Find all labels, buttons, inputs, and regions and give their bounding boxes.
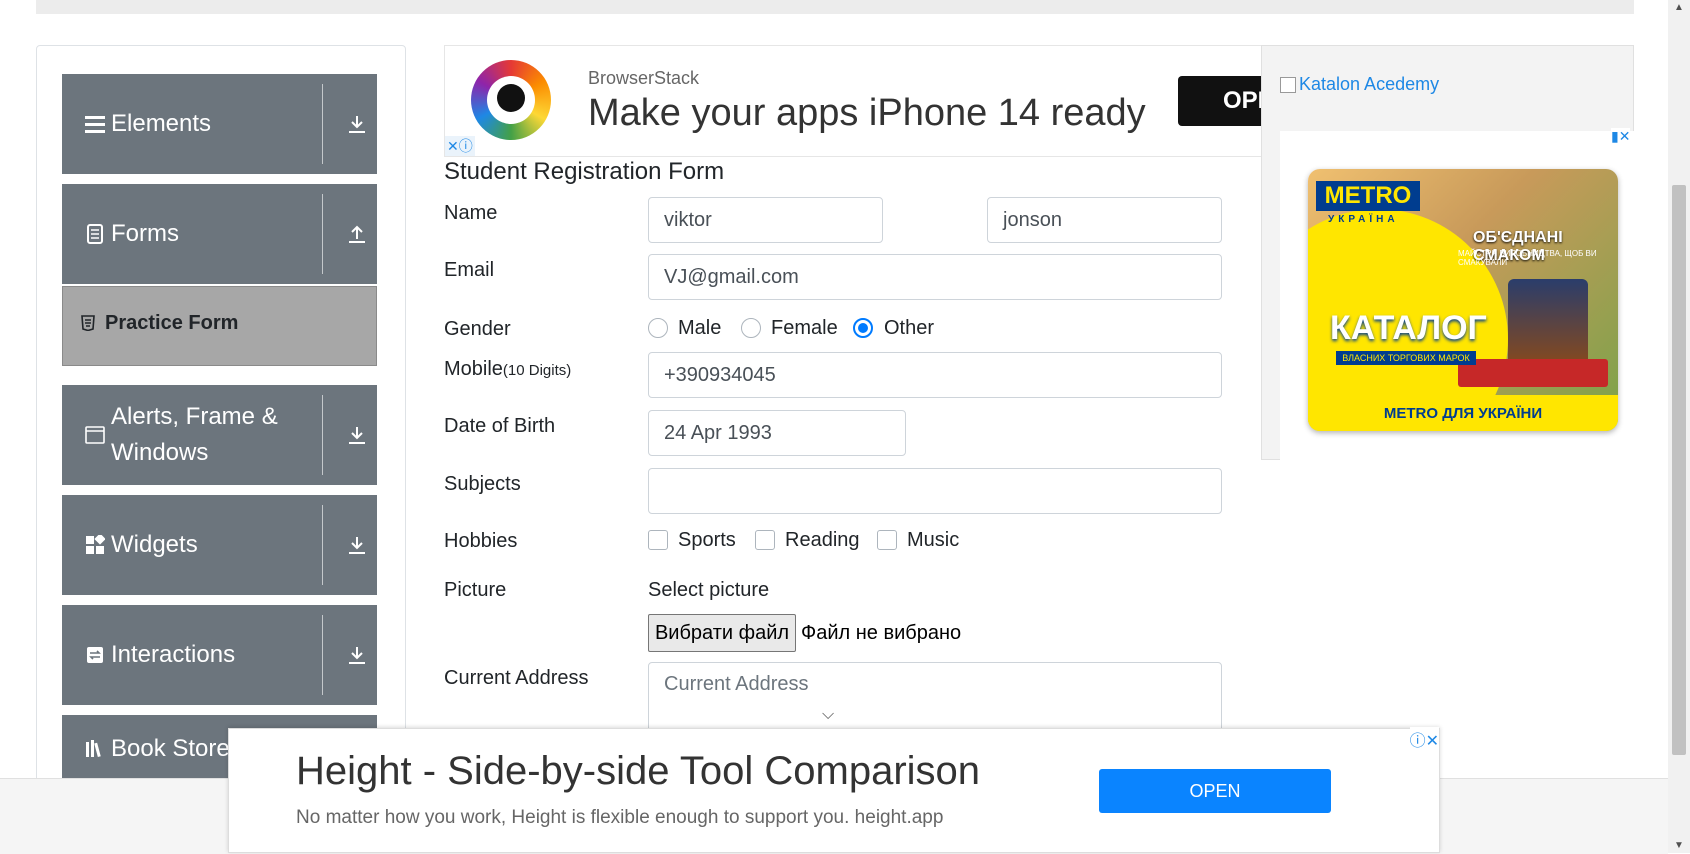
- chevron-down-icon: ⌵: [822, 706, 835, 723]
- download-icon[interactable]: [342, 495, 372, 595]
- browserstack-ad[interactable]: BrowserStack Make your apps iPhone 14 re…: [444, 45, 1264, 157]
- hobby-reading-label[interactable]: Reading: [785, 529, 860, 552]
- scroll-down-icon[interactable]: ▼: [1674, 840, 1684, 851]
- height-ad[interactable]: Height - Side-by-side Tool Comparison No…: [228, 727, 1440, 853]
- scroll-up-icon[interactable]: ▲: [1674, 2, 1684, 13]
- email-input[interactable]: VJ@gmail.com: [648, 254, 1222, 300]
- name-label: Name: [444, 202, 498, 224]
- sidebar-item-practice-form[interactable]: Practice Form: [62, 286, 377, 366]
- download-icon[interactable]: [342, 605, 372, 705]
- truck-image: [1458, 359, 1608, 387]
- last-name-input[interactable]: jonson: [987, 197, 1222, 243]
- gender-label: Gender: [444, 318, 511, 340]
- divider: [322, 395, 323, 475]
- form-title: Student Registration Form: [444, 158, 725, 185]
- metro-band: ВЛАСНИХ ТОРГОВИХ МАРОК: [1336, 351, 1476, 365]
- ad-close-icon[interactable]: ▮✕: [1611, 128, 1631, 145]
- ad-subtext: No matter how you work, Height is flexib…: [296, 807, 944, 828]
- html5-icon: [81, 315, 95, 336]
- sidebar-group-alerts[interactable]: Alerts, Frame & Windows: [62, 385, 377, 485]
- hobby-sports-checkbox[interactable]: [648, 530, 668, 550]
- ad-headline: Height - Side-by-side Tool Comparison: [296, 749, 981, 793]
- sidebar-group-widgets[interactable]: Widgets: [62, 495, 377, 595]
- download-icon[interactable]: [342, 74, 372, 174]
- gender-male-radio[interactable]: [648, 318, 668, 338]
- gender-male-label[interactable]: Male: [678, 317, 721, 340]
- choose-file-button[interactable]: Вибрати файл: [648, 614, 796, 652]
- dob-label: Date of Birth: [444, 415, 556, 437]
- sidebar-group-forms[interactable]: Forms: [62, 184, 377, 284]
- sidebar-group-label: Widgets: [111, 531, 198, 558]
- download-icon[interactable]: [342, 385, 372, 485]
- metro-footer: METRO ДЛЯ УКРАЇНИ: [1308, 395, 1618, 431]
- hobby-sports-label[interactable]: Sports: [678, 529, 736, 552]
- gender-female-label[interactable]: Female: [771, 317, 838, 340]
- subjects-input[interactable]: [648, 468, 1222, 514]
- sidebar-group-interactions[interactable]: Interactions: [62, 605, 377, 705]
- sidebar-group-label: Elements: [111, 110, 212, 137]
- katalon-ad-link[interactable]: Katalon Acedemy: [1280, 74, 1439, 95]
- sidebar-group-elements[interactable]: Elements: [62, 74, 377, 174]
- dob-input[interactable]: 24 Apr 1993: [648, 410, 906, 456]
- subjects-label: Subjects: [444, 473, 521, 495]
- ad-open-button[interactable]: OPEN: [1099, 769, 1331, 813]
- right-ad-panel: Katalon Acedemy METRO УКРАЇНА ОБ'ЄДНАНІ …: [1261, 45, 1635, 461]
- divider: [322, 84, 323, 164]
- gender-other-radio[interactable]: [853, 318, 873, 338]
- top-banner-strip: [36, 0, 1634, 14]
- sidebar-group-label: Alerts, Frame & Windows: [111, 403, 278, 466]
- hamburger-icon: [84, 74, 106, 174]
- ad-brand: BrowserStack: [588, 68, 700, 88]
- file-status-text: Файл не вибрано: [801, 622, 962, 644]
- mobile-input[interactable]: +390934045: [648, 352, 1222, 398]
- sidebar-group-label: Forms: [111, 220, 179, 247]
- products-image: [1508, 279, 1588, 369]
- metro-catalog-image[interactable]: METRO УКРАЇНА ОБ'ЄДНАНІ СМАКОМ МАЙСТРИ В…: [1308, 169, 1618, 431]
- interactions-icon: [84, 605, 106, 705]
- address-label: Current Address: [444, 667, 589, 689]
- katalon-alt-text: Katalon Acedemy: [1299, 74, 1440, 94]
- page-scrollbar[interactable]: ▲ ▼: [1668, 0, 1690, 853]
- ad-open-button[interactable]: OPEN: [1178, 76, 1263, 126]
- divider: [322, 505, 323, 585]
- metro-ad[interactable]: METRO УКРАЇНА ОБ'ЄДНАНІ СМАКОМ МАЙСТРИ В…: [1280, 131, 1635, 461]
- upload-icon[interactable]: [342, 184, 372, 284]
- sidebar-group-label: Interactions: [111, 641, 236, 668]
- divider: [322, 615, 323, 695]
- widgets-icon: [84, 495, 106, 595]
- select-picture-label: Select picture: [648, 579, 770, 601]
- hobby-music-checkbox[interactable]: [877, 530, 897, 550]
- window-icon: [84, 385, 106, 485]
- hobbies-label: Hobbies: [444, 530, 518, 552]
- first-name-input[interactable]: viktor: [648, 197, 883, 243]
- gender-female-radio[interactable]: [741, 318, 761, 338]
- picture-label: Picture: [444, 579, 507, 601]
- ad-close-icon[interactable]: ⓘ✕: [1409, 727, 1439, 751]
- gender-other-label[interactable]: Other: [884, 317, 934, 340]
- scrollbar-thumb[interactable]: [1672, 185, 1686, 755]
- browserstack-logo: [471, 60, 551, 140]
- metro-catalog-title: КАТАЛОГ: [1330, 309, 1487, 347]
- metro-sub: УКРАЇНА: [1328, 214, 1399, 225]
- broken-image-icon: [1280, 77, 1296, 94]
- ad-headline: Make your apps iPhone 14 ready: [588, 92, 1146, 134]
- mobile-label: Mobile(10 Digits): [444, 358, 571, 381]
- hobby-music-label[interactable]: Music: [907, 529, 959, 552]
- document-icon: [84, 184, 106, 284]
- metro-logo: METRO: [1316, 181, 1420, 211]
- divider: [322, 194, 323, 274]
- metro-tagline-2: МАЙСТРИ ВИРОБНИЦТВА, ЩОБ ВИ СМАКУВАЛИ: [1458, 249, 1597, 267]
- sidebar-item-label: Practice Form: [105, 312, 239, 334]
- mobile-hint: (10 Digits): [502, 362, 572, 379]
- mobile-label-text: Mobile: [444, 358, 503, 380]
- ad-close-icon[interactable]: ✕ⓘ: [445, 136, 475, 156]
- email-label: Email: [444, 259, 495, 281]
- hobby-reading-checkbox[interactable]: [755, 530, 775, 550]
